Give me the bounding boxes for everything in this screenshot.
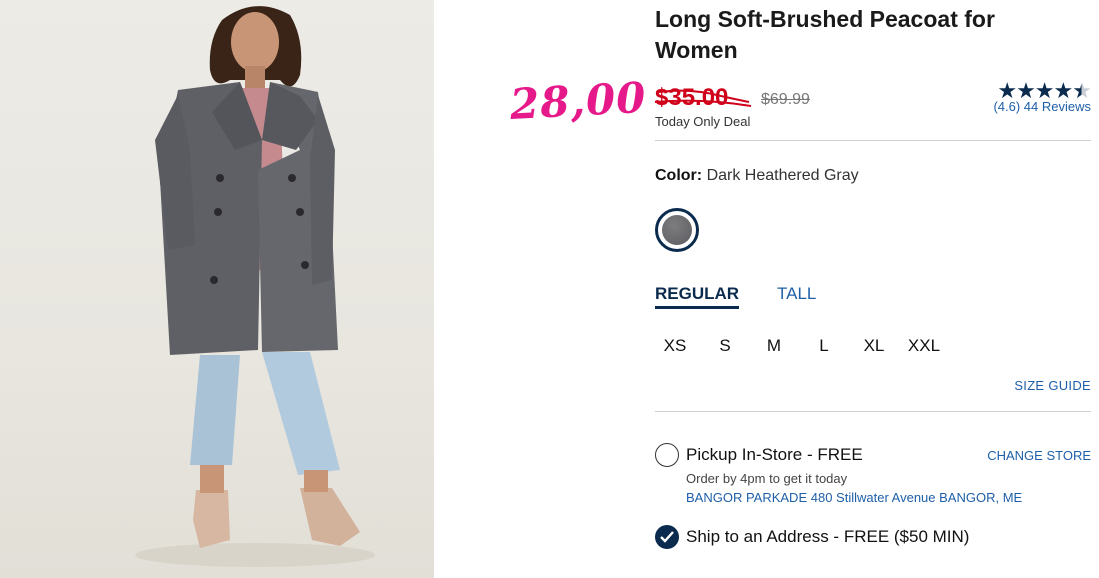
reviews-link[interactable]: (4.6) 44 Reviews [993,99,1091,114]
size-option-m[interactable]: M [754,336,794,356]
handwritten-price-annotation: 28,00 [508,72,648,129]
swatch-fill [662,215,692,245]
ship-label: Ship to an Address - FREE ($50 MIN) [686,527,970,546]
size-guide-link[interactable]: SIZE GUIDE [1014,378,1091,393]
reviews-count: 44 Reviews [1023,99,1091,114]
change-store-link[interactable]: CHANGE STORE [987,448,1091,463]
model-illustration [135,6,375,567]
original-price: $69.99 [761,91,810,108]
pickup-label: Pickup In-Store - FREE [686,445,863,464]
color-label: Color: [655,167,703,184]
checkmark-icon [660,531,674,543]
price-strike-scribble [654,89,752,107]
product-image[interactable] [0,0,434,578]
pickup-radio[interactable] [655,443,679,467]
tab-tall[interactable]: TALL [777,284,816,304]
size-option-l[interactable]: L [804,336,844,356]
color-value: Dark Heathered Gray [706,167,859,184]
divider [655,140,1091,141]
divider [655,411,1091,412]
size-option-xs[interactable]: XS [655,336,695,356]
ship-radio[interactable] [655,525,679,549]
price-row: $35.00 $69.99 Today Only Deal ★★★★★ (4.6… [654,80,1092,134]
size-option-xl[interactable]: XL [854,336,894,356]
product-title: Long Soft-Brushed Peacoat for Women [655,6,995,63]
pickup-note: Order by 4pm to get it today [686,471,848,486]
deal-label: Today Only Deal [655,114,751,129]
color-swatch-dark-heathered-gray[interactable] [655,208,699,252]
size-option-s[interactable]: S [705,336,745,356]
store-address-link[interactable]: BANGOR PARKADE 480 Stillwater Avenue BAN… [686,490,1022,505]
rating-value: (4.6) [993,99,1021,114]
size-option-xxl[interactable]: XXL [904,336,944,356]
color-selection-label: Color: Dark Heathered Gray [655,167,859,185]
tab-regular[interactable]: REGULAR [655,284,740,309]
